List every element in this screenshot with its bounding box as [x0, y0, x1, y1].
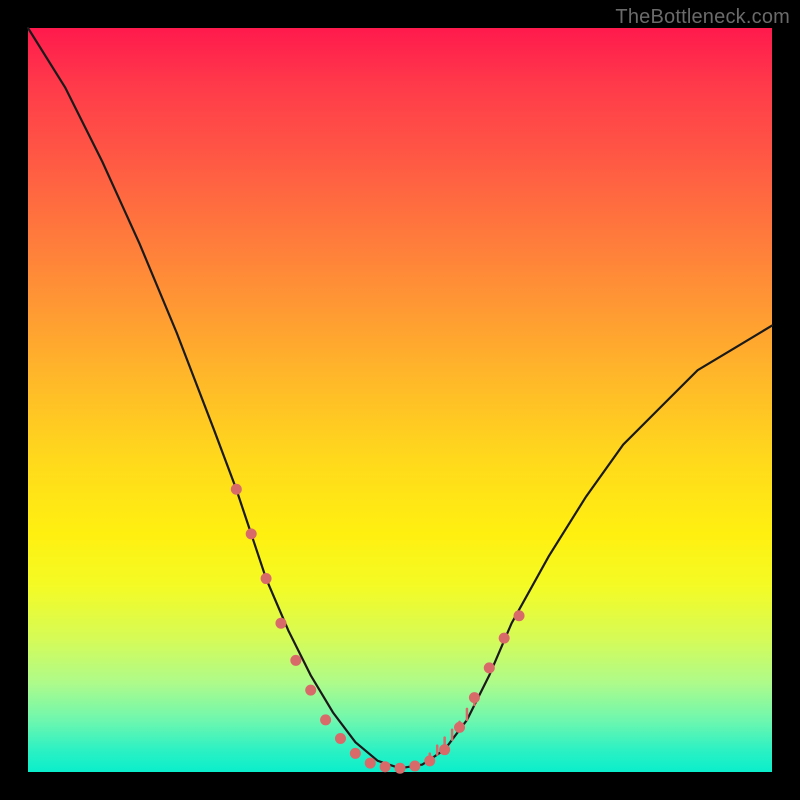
- blips-group: [430, 698, 475, 760]
- marker-dot: [454, 722, 465, 733]
- marker-dot: [305, 685, 316, 696]
- marker-dot: [469, 692, 480, 703]
- marker-dot: [439, 744, 450, 755]
- markers-group: [231, 484, 525, 774]
- marker-dot: [380, 761, 391, 772]
- marker-dot: [514, 610, 525, 621]
- marker-dot: [335, 733, 346, 744]
- marker-dot: [290, 655, 301, 666]
- curve-line: [28, 28, 772, 768]
- marker-dot: [246, 528, 257, 539]
- marker-dot: [409, 761, 420, 772]
- marker-dot: [320, 714, 331, 725]
- marker-dot: [275, 618, 286, 629]
- marker-dot: [499, 633, 510, 644]
- chart-frame: TheBottleneck.com: [0, 0, 800, 800]
- marker-dot: [231, 484, 242, 495]
- chart-svg: [28, 28, 772, 772]
- marker-dot: [350, 748, 361, 759]
- marker-dot: [395, 763, 406, 774]
- marker-dot: [261, 573, 272, 584]
- watermark-label: TheBottleneck.com: [615, 6, 790, 29]
- marker-dot: [484, 662, 495, 673]
- marker-dot: [424, 755, 435, 766]
- plot-area: [28, 28, 772, 772]
- marker-dot: [365, 758, 376, 769]
